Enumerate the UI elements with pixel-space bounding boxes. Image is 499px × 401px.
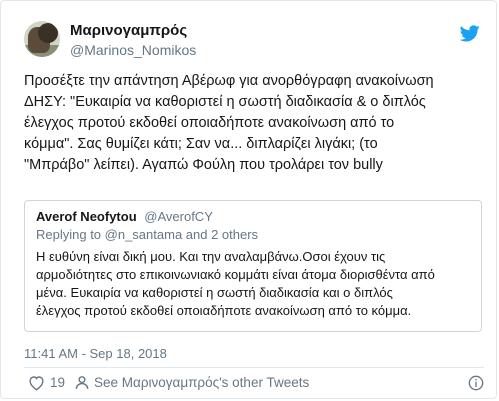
tweet-header: Μαρινογαμπρός @Marinos_Nomikos [24,17,484,65]
author-handle[interactable]: @Marinos_Nomikos [70,42,196,58]
quoted-author-handle: @AverofCY [144,209,213,224]
twitter-bird-icon[interactable] [460,25,480,42]
info-icon[interactable] [468,375,484,391]
other-tweets-link[interactable]: See Μαρινογαμπρός's other Tweets [94,375,309,390]
quoted-author: Averof Neofytou @AverofCY [36,209,213,224]
footer-divider [24,367,484,368]
like-count[interactable]: 19 [50,375,65,390]
quoted-tweet[interactable]: Averof Neofytou @AverofCY Replying to @n… [24,200,482,332]
avatar[interactable] [24,21,60,57]
author-name[interactable]: Μαρινογαμπρός [70,22,187,39]
quoted-tweet-text: Η ευθύνη είναι δική μου. Και την αναλαμβ… [36,249,435,318]
quoted-author-name: Averof Neofytou [36,209,137,224]
heart-icon[interactable] [28,375,45,391]
tweet-footer: 19 See Μαρινογαμπρός's other Tweets [24,373,484,393]
embedded-tweet-card: Μαρινογαμπρός @Marinos_Nomikos Προσέξτε … [0,0,497,399]
quoted-reply-context: Replying to @n_santama and 2 others [36,227,259,242]
tweet-text: Προσέξτε την απάντηση Αβέρωφ για ανορθόγ… [24,73,434,173]
tweet-timestamp[interactable]: 11:41 AM - Sep 18, 2018 [24,346,167,361]
person-icon [75,376,89,389]
